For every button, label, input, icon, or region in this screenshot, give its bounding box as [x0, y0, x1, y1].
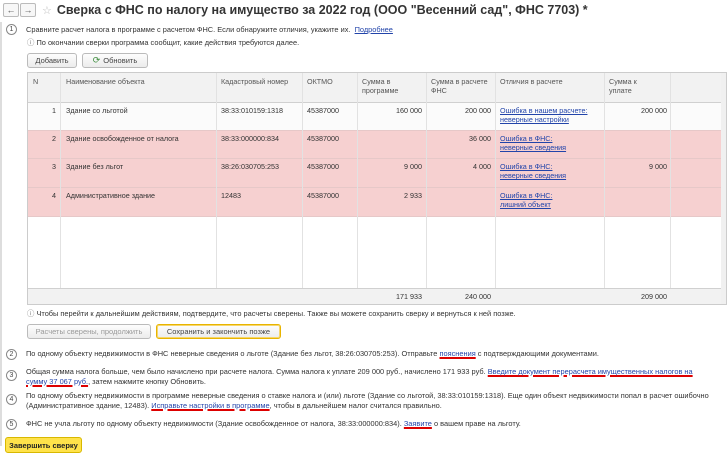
column-divider	[604, 73, 605, 304]
explanations-link[interactable]: пояснения	[439, 349, 475, 358]
step-number-1: 1	[6, 24, 17, 35]
column-divider	[302, 73, 303, 304]
back-arrow-icon[interactable]: ←	[3, 3, 19, 17]
column-divider	[495, 73, 496, 304]
column-divider	[216, 73, 217, 304]
step1-info: ⓘ По окончании сверки программа сообщит,…	[27, 38, 300, 47]
table-row[interactable]: 1 Здание со льготой 38:33:010159:1318 45…	[28, 103, 726, 131]
difference-link[interactable]: Ошибка в нашем расчете:	[500, 106, 588, 115]
confirm-reconciled-button[interactable]: Расчеты сверены, продолжить	[27, 324, 151, 339]
step4-text-line2: (Административное здание, 12483). Исправ…	[26, 401, 442, 410]
enter-recalculation-document-link[interactable]: Введите документ перерасчета имущественн…	[488, 367, 693, 376]
step3-text-line2: сумму 37 067 руб., затем нажмите кнопку …	[26, 377, 206, 386]
add-button[interactable]: Добавить	[27, 53, 77, 68]
column-divider	[426, 73, 427, 304]
difference-link[interactable]: Ошибка в ФНС:	[500, 162, 552, 171]
difference-link[interactable]: Ошибка в ФНС:	[500, 134, 552, 143]
total-program: 171 933	[396, 292, 422, 301]
window-title: Сверка с ФНС по налогу на имущество за 2…	[56, 3, 588, 17]
finish-reconciliation-button[interactable]: Завершить сверку	[5, 437, 82, 453]
col-header-sum-to-pay[interactable]: Сумма к уплате	[609, 77, 659, 95]
fix-settings-link[interactable]: Исправьте настройки в программе	[151, 401, 269, 410]
col-header-sum-fns[interactable]: Сумма в расчете ФНС	[431, 77, 491, 95]
difference-link[interactable]: неверные сведения	[500, 171, 566, 180]
difference-link[interactable]: Ошибка в ФНС:	[500, 191, 552, 200]
col-header-n[interactable]: N	[33, 77, 38, 86]
step3-text-line1: Общая сумма налога больше, чем было начи…	[26, 367, 693, 376]
refresh-icon: ⟳	[92, 55, 101, 65]
forward-arrow-icon[interactable]: →	[20, 3, 36, 17]
info-icon: ⓘ	[27, 309, 35, 318]
col-header-sum-program[interactable]: Сумма в программе	[362, 77, 422, 95]
col-header-oktmo[interactable]: ОКТМО	[307, 77, 333, 86]
column-divider	[357, 73, 358, 304]
table-row[interactable]: 4 Административное здание 12483 45387000…	[28, 188, 726, 217]
enter-recalculation-document-link[interactable]: сумму 37 067 руб.	[26, 377, 88, 386]
favorite-star-icon[interactable]: ☆	[42, 4, 52, 17]
step4-text-line1: По одному объекту недвижимости в програм…	[26, 391, 709, 400]
table-footer-totals: 171 933 240 000 209 000	[28, 288, 726, 304]
save-and-finish-later-button[interactable]: Сохранить и закончить позже	[156, 324, 281, 339]
column-divider	[670, 73, 671, 304]
col-header-differences[interactable]: Отличия в расчете	[500, 77, 563, 86]
step-number-3: 3	[6, 370, 17, 381]
comparison-table: N Наименование объекта Кадастровый номер…	[27, 72, 727, 305]
left-border	[0, 22, 2, 446]
step1-text: Сравните расчет налога в программе с рас…	[26, 25, 393, 34]
confirm-info: ⓘ Чтобы перейти к дальнейшим действиям, …	[27, 309, 516, 318]
difference-link[interactable]: неверные настройки	[500, 115, 569, 124]
step5-text: ФНС не учла льготу по одному объекту нед…	[26, 419, 521, 428]
step-number-4: 4	[6, 394, 17, 405]
info-icon: ⓘ	[27, 38, 35, 47]
table-scrollbar[interactable]	[721, 73, 726, 304]
claim-benefit-link[interactable]: Заявите	[404, 419, 432, 428]
step2-text: По одному объекту недвижимости в ФНС нев…	[26, 349, 599, 358]
table-header: N Наименование объекта Кадастровый номер…	[28, 73, 726, 103]
refresh-button[interactable]: ⟳ Обновить	[82, 53, 148, 68]
table-row[interactable]: 3 Здание без льгот 38:26:030705:253 4538…	[28, 159, 726, 188]
table-row[interactable]: 2 Здание освобожденное от налога 38:33:0…	[28, 131, 726, 159]
col-header-name[interactable]: Наименование объекта	[66, 77, 145, 86]
column-divider	[60, 73, 61, 304]
more-details-link[interactable]: Подробнее	[355, 25, 393, 34]
title-bar: ← → ☆ Сверка с ФНС по налогу на имуществ…	[0, 0, 728, 20]
col-header-cadastral[interactable]: Кадастровый номер	[221, 77, 288, 86]
step-number-5: 5	[6, 419, 17, 430]
total-to-pay: 209 000	[641, 292, 667, 301]
difference-link[interactable]: лишний объект	[500, 200, 551, 209]
total-fns: 240 000	[465, 292, 491, 301]
step-number-2: 2	[6, 349, 17, 360]
difference-link[interactable]: неверные сведения	[500, 143, 566, 152]
